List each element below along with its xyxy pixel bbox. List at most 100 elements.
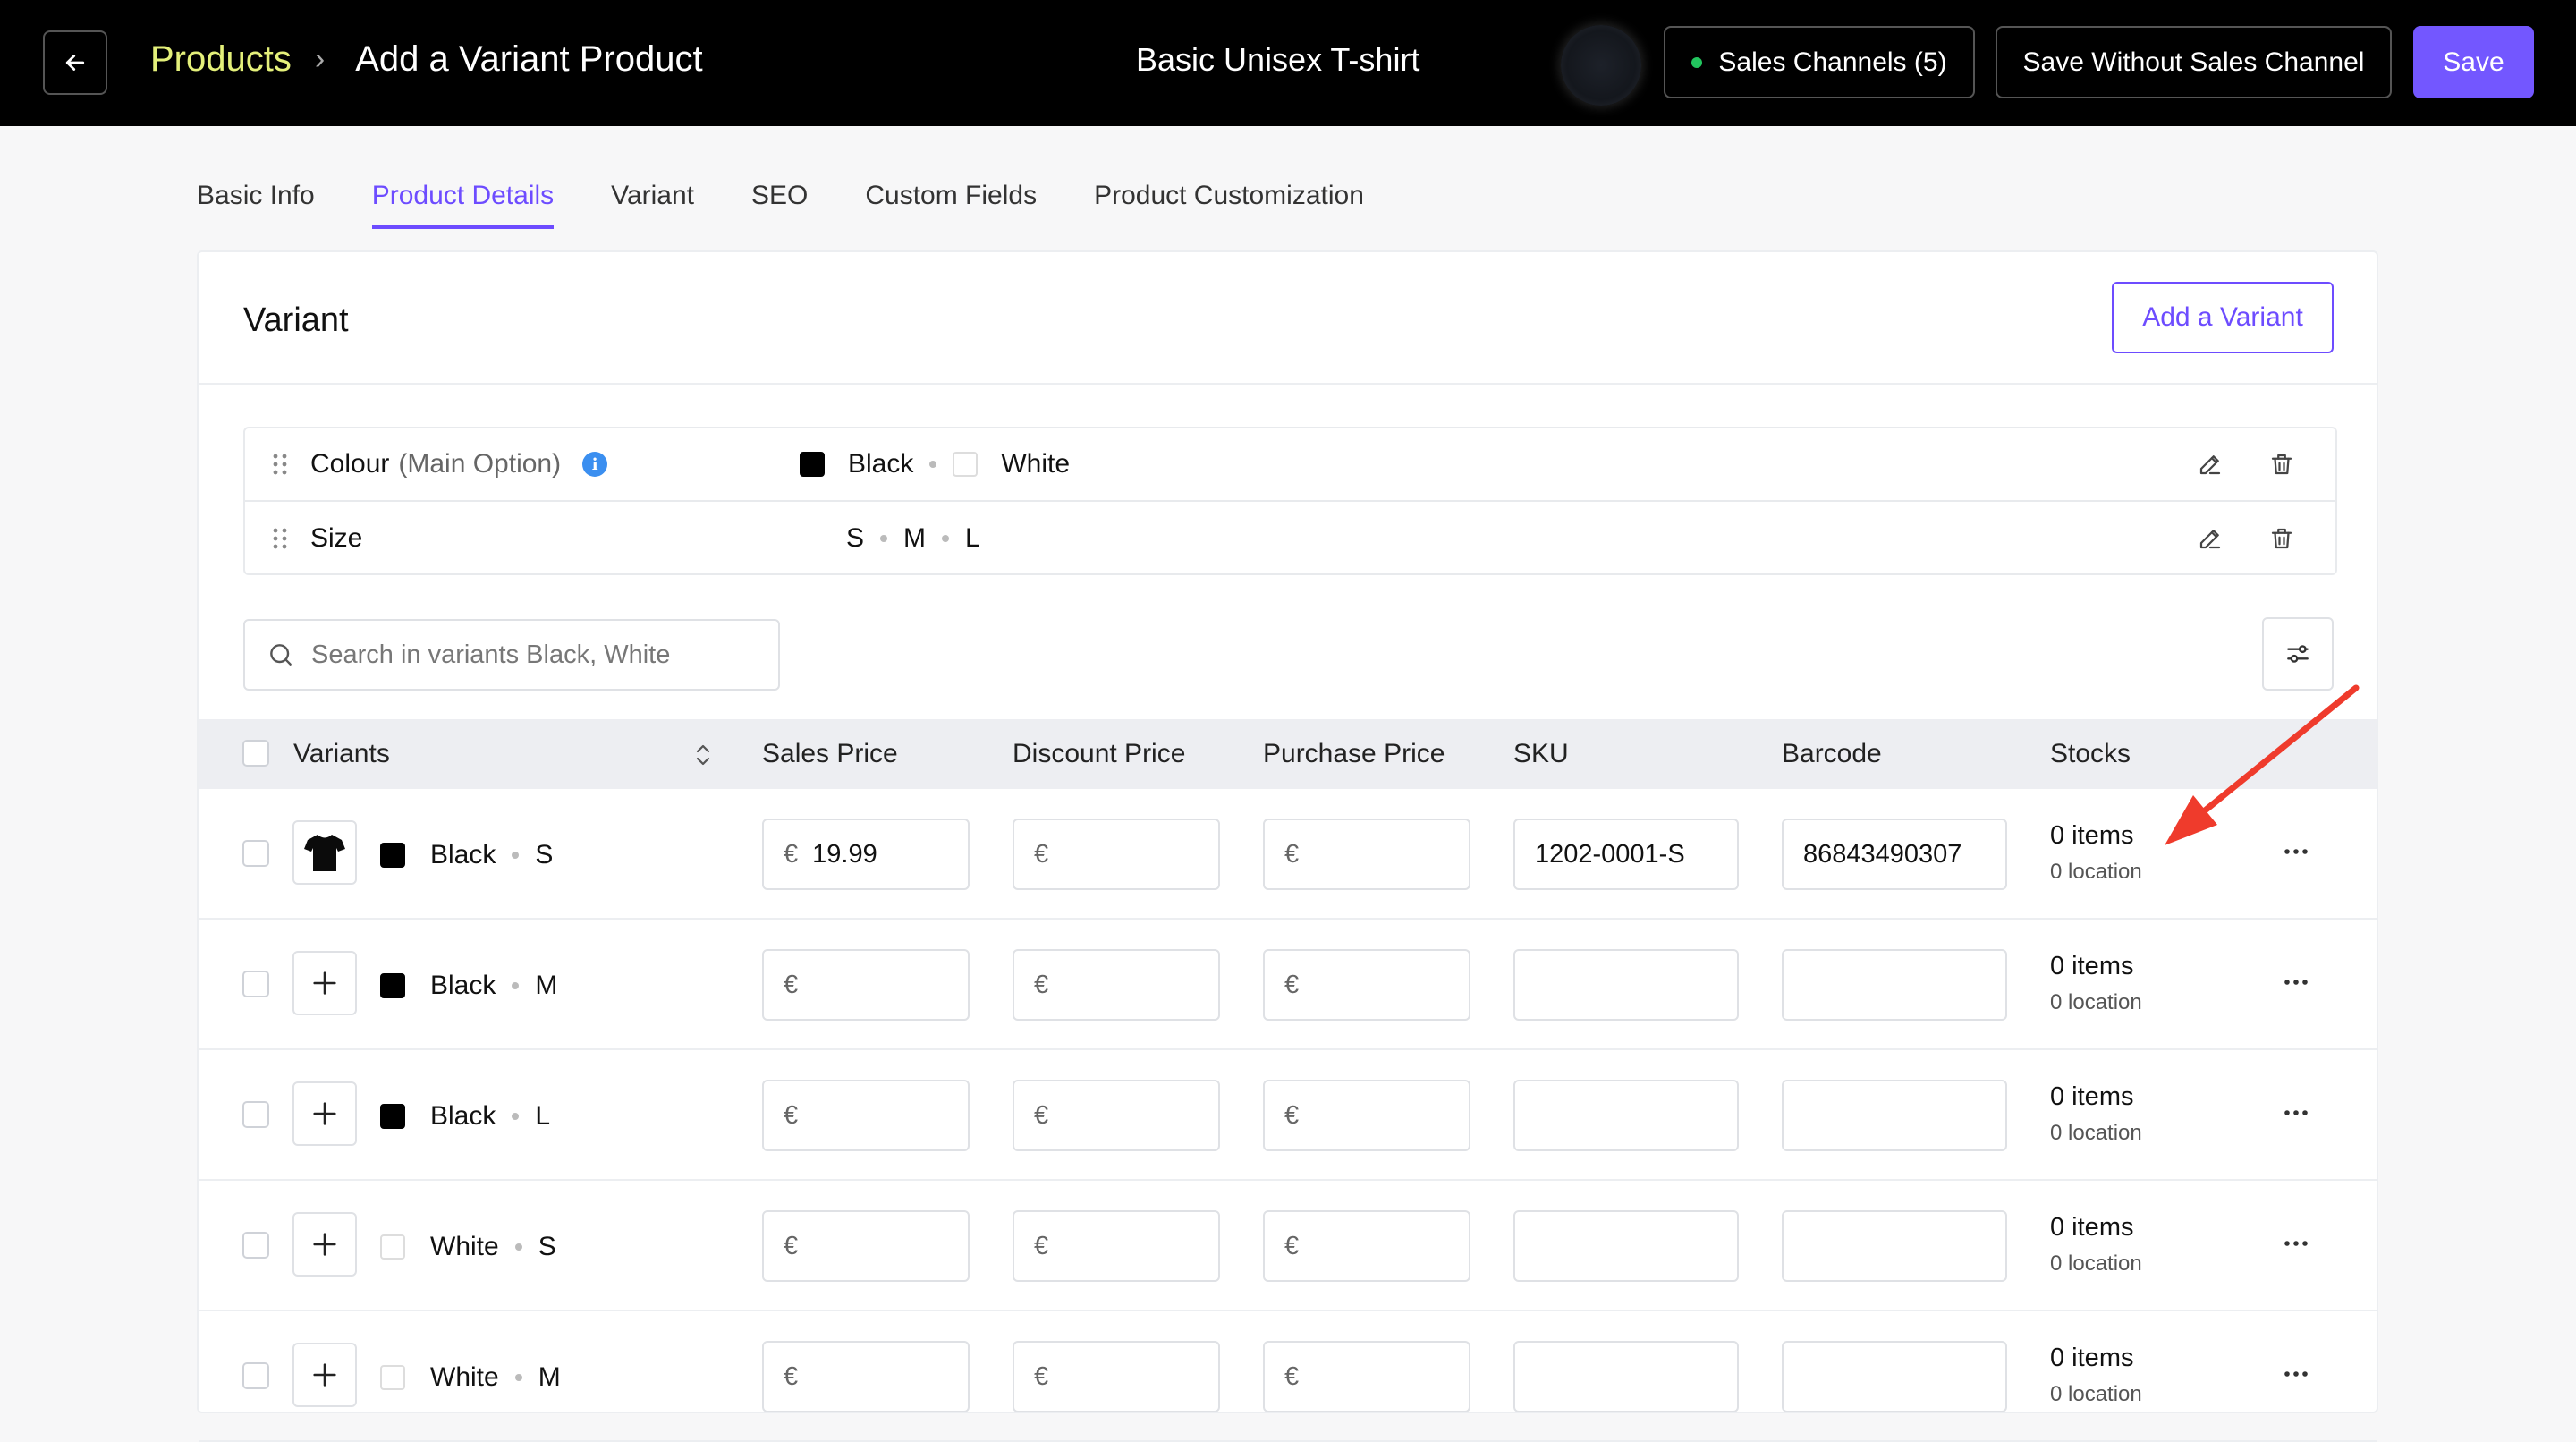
search-icon (270, 644, 292, 666)
sort-icon[interactable] (693, 742, 713, 768)
tab-product-details[interactable]: Product Details (371, 181, 555, 229)
variant-colour: White (430, 1232, 499, 1261)
sku-input[interactable] (1513, 1080, 1739, 1151)
variant-image[interactable] (292, 820, 357, 885)
purchase-price-input[interactable]: € (1263, 1080, 1470, 1151)
select-all-checkbox[interactable] (242, 740, 269, 767)
purchase-price-input[interactable]: € (1263, 1341, 1470, 1412)
discount-price-input[interactable]: € (1013, 819, 1220, 890)
barcode-input[interactable] (1782, 1341, 2007, 1412)
color-swatch (380, 1234, 405, 1260)
tab-variant[interactable]: Variant (611, 181, 694, 229)
sales-price-input[interactable]: €19.99 (762, 819, 970, 890)
drag-handle-icon[interactable] (272, 527, 288, 550)
tab-bar: Basic Info Product Details Variant SEO C… (197, 181, 1421, 229)
purchase-price-input[interactable]: € (1263, 949, 1470, 1021)
tab-product-customization[interactable]: Product Customization (1094, 181, 1364, 229)
avatar[interactable] (1561, 25, 1641, 106)
option-actions (2157, 446, 2300, 482)
currency-symbol: € (1034, 1361, 1049, 1391)
tab-seo[interactable]: SEO (751, 181, 808, 229)
sales-price-input[interactable]: € (762, 949, 970, 1021)
variant-name: Black S (380, 840, 553, 870)
separator-dot (512, 982, 520, 989)
sales-price-input[interactable]: € (762, 1080, 970, 1151)
row-more-button[interactable] (2278, 1099, 2314, 1126)
add-image-button[interactable] (292, 1343, 357, 1407)
barcode-input[interactable] (1782, 1210, 2007, 1282)
row-checkbox[interactable] (242, 1101, 269, 1128)
discount-price-input[interactable]: € (1013, 949, 1220, 1021)
option-value: Black (848, 449, 914, 479)
row-more-button[interactable] (2278, 1361, 2314, 1387)
row-checkbox[interactable] (242, 971, 269, 997)
option-value: M (903, 523, 927, 553)
sales-price-input[interactable]: € (762, 1341, 970, 1412)
pencil-icon (2199, 530, 2221, 549)
save-button[interactable]: Save (2413, 26, 2534, 98)
table-header: Variants Sales Price Discount Price Purc… (199, 719, 2377, 789)
color-swatch (380, 1104, 405, 1129)
option-value: L (965, 523, 980, 553)
discount-price-input[interactable]: € (1013, 1210, 1220, 1282)
sales-channels-button[interactable]: Sales Channels (5) (1664, 26, 1975, 98)
table-row: White M € € €0 items 0 location (199, 1311, 2377, 1442)
row-checkbox[interactable] (242, 1362, 269, 1389)
drag-handle-icon[interactable] (272, 453, 288, 476)
sku-input[interactable]: 1202-0001-S (1513, 819, 1739, 890)
edit-option-button[interactable] (2192, 446, 2228, 482)
delete-option-button[interactable] (2264, 521, 2300, 556)
currency-symbol: € (784, 1100, 799, 1130)
stock-info: 0 items 0 location (2050, 1344, 2142, 1407)
tab-custom-fields[interactable]: Custom Fields (865, 181, 1037, 229)
row-checkbox[interactable] (242, 840, 269, 867)
sales-price-input[interactable]: € (762, 1210, 970, 1282)
currency-symbol: € (1284, 1100, 1300, 1130)
variant-name: White M (380, 1362, 561, 1393)
barcode-input[interactable] (1782, 1080, 2007, 1151)
purchase-price-input[interactable]: € (1263, 1210, 1470, 1282)
barcode-input[interactable] (1782, 949, 2007, 1021)
variant-name: White S (380, 1232, 556, 1262)
separator-dot (929, 461, 937, 468)
save-without-sales-channel-button[interactable]: Save Without Sales Channel (1996, 26, 2392, 98)
currency-symbol: € (784, 970, 799, 999)
column-header-barcode: Barcode (1782, 739, 1882, 768)
row-more-button[interactable] (2278, 1230, 2314, 1257)
purchase-price-input[interactable]: € (1263, 819, 1470, 890)
sku-input[interactable] (1513, 1341, 1739, 1412)
filter-button[interactable] (2262, 617, 2334, 691)
row-checkbox[interactable] (242, 1232, 269, 1259)
currency-symbol: € (784, 839, 799, 869)
add-image-button[interactable] (292, 951, 357, 1015)
delete-option-button[interactable] (2264, 446, 2300, 482)
add-image-button[interactable] (292, 1082, 357, 1146)
tab-basic-info[interactable]: Basic Info (197, 181, 315, 229)
sales-channels-label: Sales Channels (5) (1718, 47, 1947, 77)
plus-icon (313, 1363, 336, 1387)
barcode-input[interactable]: 86843490307 (1782, 819, 2007, 890)
row-more-button[interactable] (2278, 969, 2314, 996)
option-note: (Main Option) (398, 449, 562, 479)
option-name-text: Colour (310, 449, 390, 479)
currency-symbol: € (1284, 839, 1300, 869)
sku-input[interactable] (1513, 1210, 1739, 1282)
search-input[interactable] (311, 640, 741, 670)
add-image-button[interactable] (292, 1212, 357, 1277)
variant-name: Black L (380, 1101, 550, 1132)
row-more-button[interactable] (2278, 838, 2314, 865)
table-row: Black S €19.99 € €1202-0001-S 86843490307 0 it… (199, 789, 2377, 920)
add-variant-button[interactable]: Add a Variant (2112, 282, 2334, 353)
edit-option-button[interactable] (2192, 521, 2228, 556)
currency-symbol: € (784, 1231, 799, 1260)
stock-info: 0 items 0 location (2050, 952, 2142, 1015)
variant-size: L (535, 1101, 551, 1131)
discount-price-input[interactable]: € (1013, 1080, 1220, 1151)
discount-price-input[interactable]: € (1013, 1341, 1220, 1412)
info-icon[interactable]: i (582, 452, 608, 477)
separator-dot (512, 852, 520, 859)
breadcrumb-products-link[interactable]: Products (150, 39, 292, 80)
back-button[interactable] (43, 30, 107, 95)
sku-input[interactable] (1513, 949, 1739, 1021)
save-label: Save (2443, 47, 2504, 77)
